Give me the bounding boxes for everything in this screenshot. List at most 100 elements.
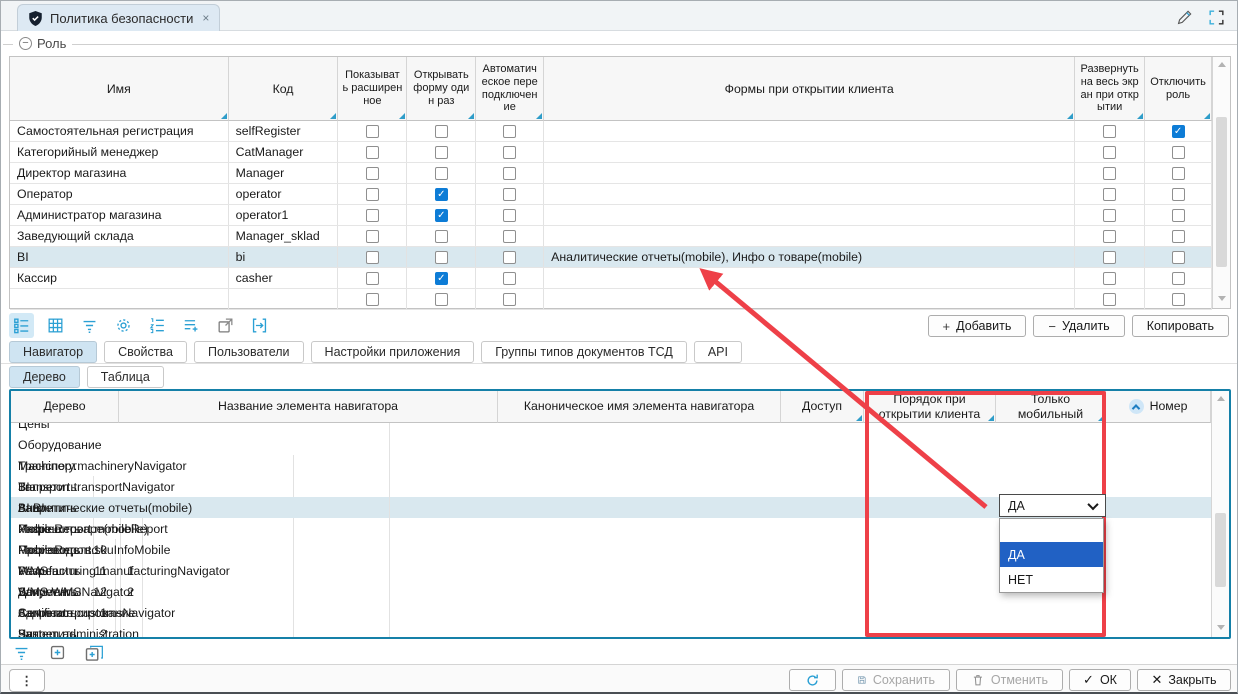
column-header[interactable]: Доступ bbox=[781, 391, 864, 423]
checkbox[interactable] bbox=[1103, 125, 1116, 138]
checkbox[interactable] bbox=[1172, 209, 1185, 222]
checkbox[interactable] bbox=[1103, 272, 1116, 285]
subtab-1[interactable]: Дерево bbox=[9, 366, 80, 388]
dropdown-option[interactable]: ДА bbox=[1000, 542, 1103, 567]
tab-2[interactable]: Свойства bbox=[104, 341, 187, 363]
edit-pencil-icon[interactable] bbox=[1173, 6, 1195, 28]
dropdown-option[interactable]: НЕТ bbox=[1000, 567, 1103, 592]
scroll-down-icon[interactable] bbox=[1218, 296, 1226, 301]
navigator-table-scrollbar[interactable] bbox=[1211, 391, 1229, 637]
open-external-icon[interactable] bbox=[213, 313, 238, 338]
checkbox[interactable] bbox=[435, 293, 448, 306]
numbered-list-icon[interactable] bbox=[145, 313, 170, 338]
column-header[interactable]: Имя bbox=[10, 57, 229, 121]
checkbox[interactable] bbox=[1103, 188, 1116, 201]
role-row[interactable]: Директор магазинаManager bbox=[10, 163, 1212, 184]
checkbox[interactable]: ✓ bbox=[435, 188, 448, 201]
column-header[interactable]: Показывать расширенное bbox=[338, 57, 407, 121]
subtab-2[interactable]: Таблица bbox=[87, 366, 164, 388]
checkbox[interactable] bbox=[1172, 188, 1185, 201]
mobile-only-dropdown[interactable]: ДА bbox=[999, 494, 1106, 517]
tab-5[interactable]: Группы типов документов ТСД bbox=[481, 341, 687, 363]
filter-icon[interactable] bbox=[77, 313, 102, 338]
column-header[interactable]: Формы при открытии клиента bbox=[544, 57, 1075, 121]
ok-button[interactable]: ✓ОК bbox=[1069, 669, 1131, 691]
checkbox[interactable] bbox=[1172, 293, 1185, 306]
role-row[interactable]: Администратор магазинаoperator1✓ bbox=[10, 205, 1212, 226]
collapse-group-icon[interactable]: − bbox=[19, 37, 32, 50]
checkbox[interactable] bbox=[503, 167, 516, 180]
refresh-button[interactable] bbox=[789, 669, 836, 691]
roles-table-scrollbar[interactable] bbox=[1212, 57, 1230, 308]
expand-node-icon[interactable] bbox=[45, 640, 70, 665]
nav-row[interactable]: +ОборудованиеMachinery.machineryNavigato… bbox=[11, 434, 1211, 455]
scroll-up-icon[interactable] bbox=[1217, 396, 1225, 401]
column-header[interactable]: Название элемента навигатора bbox=[119, 391, 498, 423]
checkbox[interactable]: ✓ bbox=[1172, 125, 1185, 138]
tab-6[interactable]: API bbox=[694, 341, 742, 363]
table-view-icon[interactable] bbox=[43, 313, 68, 338]
checkbox[interactable] bbox=[1172, 146, 1185, 159]
column-header[interactable]: Дерево bbox=[11, 391, 119, 423]
checkbox[interactable] bbox=[366, 293, 379, 306]
checkbox[interactable] bbox=[503, 125, 516, 138]
nav-row[interactable]: +АдминистрированиеSystem.administrationЗ… bbox=[11, 602, 1211, 623]
checkbox[interactable] bbox=[435, 125, 448, 138]
checkbox[interactable] bbox=[1103, 251, 1116, 264]
copy-button[interactable]: Копировать bbox=[1132, 315, 1229, 337]
tab-close-icon[interactable]: × bbox=[202, 11, 209, 25]
role-row[interactable] bbox=[10, 289, 1212, 310]
checkbox[interactable] bbox=[366, 125, 379, 138]
scroll-down-icon[interactable] bbox=[1217, 625, 1225, 630]
cancel-button[interactable]: Отменить bbox=[956, 669, 1063, 691]
menu-kebab-button[interactable]: ⋮ bbox=[9, 669, 45, 692]
checkbox[interactable] bbox=[366, 272, 379, 285]
role-row[interactable]: Операторoperator✓ bbox=[10, 184, 1212, 205]
checkbox[interactable] bbox=[435, 167, 448, 180]
settings-gear-icon[interactable] bbox=[111, 313, 136, 338]
role-row[interactable]: Кассирcasher✓ bbox=[10, 268, 1212, 289]
tab-4[interactable]: Настройки приложения bbox=[311, 341, 475, 363]
checkbox[interactable] bbox=[1103, 293, 1116, 306]
filter-icon[interactable] bbox=[9, 640, 34, 665]
scroll-thumb[interactable] bbox=[1216, 117, 1227, 267]
checkbox[interactable] bbox=[366, 209, 379, 222]
fullscreen-icon[interactable] bbox=[1205, 6, 1227, 28]
column-header[interactable]: Каноническое имя элемента навигатора bbox=[498, 391, 781, 423]
checkbox[interactable] bbox=[1172, 167, 1185, 180]
dropdown-option[interactable] bbox=[1000, 519, 1103, 542]
checkbox[interactable] bbox=[503, 209, 516, 222]
checkbox[interactable] bbox=[1172, 230, 1185, 243]
column-header[interactable]: Автоматическое переподключение bbox=[476, 57, 544, 121]
checkbox[interactable] bbox=[503, 146, 516, 159]
role-row[interactable]: Самостоятельная регистрацияselfRegister✓ bbox=[10, 121, 1212, 142]
checkbox[interactable] bbox=[366, 167, 379, 180]
column-header[interactable]: Порядок при открытии клиента bbox=[864, 391, 996, 423]
role-row[interactable]: Заведующий складаManager_sklad bbox=[10, 226, 1212, 247]
checkbox[interactable] bbox=[366, 188, 379, 201]
checkbox[interactable]: ✓ bbox=[435, 272, 448, 285]
nav-row[interactable]: +ТранспортTransport.transportNavigatorЗа… bbox=[11, 455, 1211, 476]
checkbox[interactable] bbox=[435, 251, 448, 264]
checkbox[interactable] bbox=[503, 251, 516, 264]
checkbox[interactable] bbox=[366, 251, 379, 264]
save-button[interactable]: Сохранить bbox=[842, 669, 950, 691]
role-row[interactable]: BIbiАналитические отчеты(mobile), Инфо о… bbox=[10, 247, 1212, 268]
close-button[interactable]: ✕Закрыть bbox=[1137, 669, 1231, 691]
tab-3[interactable]: Пользователи bbox=[194, 341, 304, 363]
column-header[interactable]: Номер bbox=[1106, 391, 1211, 423]
checkbox[interactable] bbox=[1172, 272, 1185, 285]
reload-form-icon[interactable] bbox=[247, 313, 272, 338]
tab-1[interactable]: Навигатор bbox=[9, 341, 97, 363]
checkbox[interactable] bbox=[503, 230, 516, 243]
checkbox[interactable] bbox=[1103, 167, 1116, 180]
column-header[interactable]: Отключить роль bbox=[1145, 57, 1212, 121]
checkbox[interactable] bbox=[503, 188, 516, 201]
checkbox[interactable]: ✓ bbox=[435, 209, 448, 222]
column-header[interactable]: Только мобильный bbox=[996, 391, 1106, 423]
checkbox[interactable] bbox=[435, 146, 448, 159]
column-header[interactable]: Развернуть на весь экран при открытии bbox=[1075, 57, 1145, 121]
checkbox[interactable] bbox=[366, 230, 379, 243]
checkbox[interactable] bbox=[1103, 230, 1116, 243]
checkbox[interactable] bbox=[503, 272, 516, 285]
